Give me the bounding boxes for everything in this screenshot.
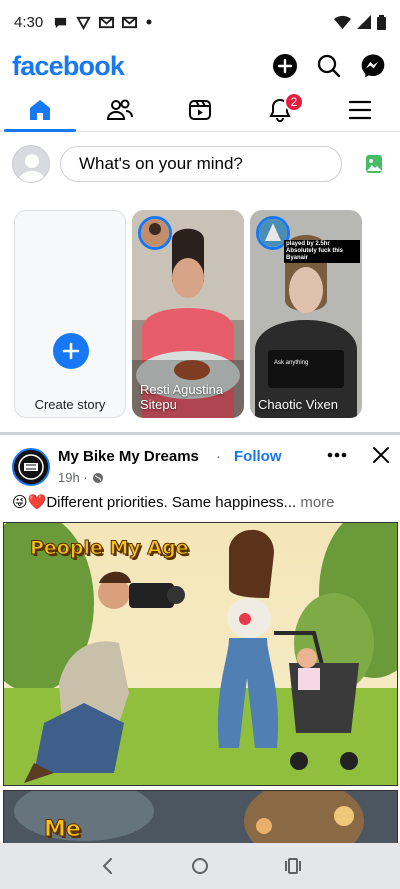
battery-icon <box>377 14 386 30</box>
menu-icon <box>349 100 371 119</box>
chat-icon <box>55 17 67 28</box>
story-question-sticker: Ask anything <box>274 360 309 366</box>
image-caption-text: People My Age <box>30 537 190 560</box>
follow-button[interactable]: Follow <box>234 448 282 465</box>
vpn-icon <box>76 16 91 30</box>
bike-logo-icon <box>14 450 48 484</box>
add-photo-button[interactable] <box>360 150 388 178</box>
story-author-name: Chaotic Vixen <box>258 397 338 412</box>
post-caption: 😜❤️Different priorities. Same happiness.… <box>12 493 335 511</box>
search-button[interactable] <box>314 51 344 81</box>
close-icon <box>373 447 389 463</box>
more-horizontal-icon <box>327 452 347 458</box>
tab-notifications[interactable]: 2 <box>240 88 320 131</box>
story-card[interactable]: played by 2.5hr Absolutely fuck this Bya… <box>250 210 362 418</box>
more-notifications-dot-icon <box>146 19 152 25</box>
post-header: My Bike My Dreams · Follow 19h · <box>0 440 400 490</box>
wifi-icon <box>334 15 351 29</box>
recents-button[interactable] <box>273 851 313 881</box>
image-caption-text: Me <box>44 817 82 843</box>
post-timestamp: 19h · <box>58 470 104 485</box>
gmail-icon <box>122 16 138 28</box>
messenger-button[interactable] <box>358 51 388 81</box>
post-time-text: 19h · <box>58 470 88 485</box>
create-story-card[interactable]: Create story <box>14 210 126 418</box>
avatar-thumb <box>141 219 169 247</box>
feed-divider <box>0 432 400 435</box>
tab-home[interactable] <box>0 88 80 132</box>
post-author-name[interactable]: My Bike My Dreams <box>58 448 199 465</box>
story-avatar <box>138 216 172 250</box>
post-illustration <box>4 523 397 785</box>
hide-post-button[interactable] <box>370 444 392 466</box>
see-more-link[interactable]: more <box>300 494 334 511</box>
status-time: 4:30 <box>14 13 44 31</box>
android-nav-bar <box>0 843 400 889</box>
signal-icon <box>357 15 371 29</box>
home-circle-icon <box>191 858 208 874</box>
plus-icon <box>62 342 80 360</box>
avatar-thumb <box>259 219 287 247</box>
create-story-plus <box>53 333 89 369</box>
post-image[interactable]: People My Age <box>3 522 398 786</box>
post-options-button[interactable] <box>324 444 350 466</box>
messenger-icon <box>361 54 385 78</box>
home-icon <box>30 99 50 120</box>
stories-tray: Create story Resti Agustina Sitepu playe… <box>0 204 400 426</box>
photo-icon <box>366 155 382 173</box>
home-button[interactable] <box>180 851 220 881</box>
app-header: facebook <box>0 44 400 88</box>
status-bar: 4:30 <box>0 0 400 44</box>
system-icons <box>334 14 386 30</box>
search-icon <box>317 54 341 78</box>
user-avatar[interactable] <box>12 145 50 183</box>
tab-friends[interactable] <box>80 88 160 131</box>
post-composer: What's on your mind? <box>0 133 400 195</box>
story-card[interactable]: Resti Agustina Sitepu <box>132 210 244 418</box>
whats-on-your-mind-input[interactable]: What's on your mind? <box>60 146 342 182</box>
plus-circle-icon <box>273 54 297 78</box>
gmail-icon <box>99 16 115 28</box>
separator-dot: · <box>216 448 221 465</box>
friends-icon <box>107 99 133 120</box>
default-avatar-icon <box>13 146 49 182</box>
post-caption-text: 😜❤️Different priorities. Same happiness.… <box>12 494 297 511</box>
create-story-label: Create story <box>34 397 106 412</box>
main-nav: 2 <box>0 88 400 132</box>
create-button[interactable] <box>270 51 300 81</box>
tab-video[interactable] <box>160 88 240 131</box>
back-chevron-icon <box>102 858 112 874</box>
notification-icons <box>53 15 153 30</box>
notification-badge: 2 <box>284 92 304 112</box>
globe-icon <box>92 472 103 483</box>
story-author-name: Resti Agustina Sitepu <box>140 382 224 412</box>
back-button[interactable] <box>87 851 127 881</box>
recents-icon <box>285 858 302 874</box>
video-icon <box>189 99 211 120</box>
tab-menu[interactable] <box>320 88 400 131</box>
post-image-next[interactable]: Me <box>3 790 398 850</box>
page-avatar[interactable] <box>12 448 50 486</box>
facebook-logo[interactable]: facebook <box>12 51 125 82</box>
story-overlay-text: played by 2.5hr Absolutely fuck this Bya… <box>284 240 360 263</box>
